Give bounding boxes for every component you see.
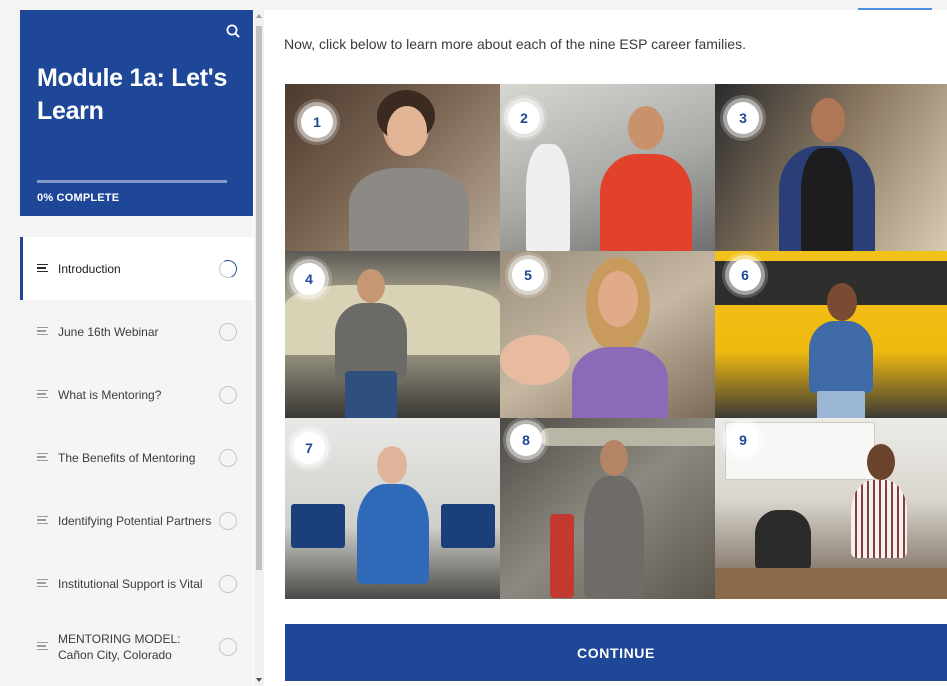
tile-number-badge: 4 bbox=[293, 263, 325, 295]
career-tile-4[interactable]: 4 bbox=[285, 251, 500, 418]
sidebar-scrollbar[interactable] bbox=[254, 10, 264, 686]
continue-button[interactable]: CONTINUE bbox=[285, 624, 947, 681]
circle-progress-icon bbox=[219, 322, 237, 341]
photo-monitor-left bbox=[291, 504, 345, 548]
lesson-item-institutional-support[interactable]: Institutional Support is Vital bbox=[20, 552, 253, 615]
lesson-list: Introduction June 16th Webinar What is M… bbox=[20, 237, 253, 678]
tile-number-badge: 2 bbox=[508, 102, 540, 134]
career-tile-3[interactable]: 3 bbox=[715, 84, 947, 251]
photo-face bbox=[357, 269, 385, 303]
circle-progress-icon bbox=[219, 448, 237, 467]
module-title: Module 1a: Let's Learn bbox=[37, 64, 228, 125]
circle-progress-icon bbox=[219, 385, 237, 404]
tile-number-badge: 1 bbox=[301, 106, 333, 138]
lines-icon bbox=[37, 263, 48, 273]
lesson-content: Now, click below to learn more about eac… bbox=[264, 10, 947, 686]
photo-hand bbox=[500, 335, 570, 385]
photo-red-shirt bbox=[600, 154, 692, 251]
lines-icon bbox=[37, 452, 48, 462]
lines-icon bbox=[37, 578, 48, 588]
tile-number-badge: 3 bbox=[727, 102, 759, 134]
circle-progress-icon bbox=[219, 511, 237, 530]
photo-jeans bbox=[817, 391, 865, 418]
photo-monitor-right bbox=[441, 504, 495, 548]
progress-label: 0% COMPLETE bbox=[37, 192, 120, 204]
scroll-up-icon[interactable] bbox=[256, 14, 262, 18]
lines-icon bbox=[37, 326, 48, 336]
photo-chef-whites bbox=[526, 144, 570, 251]
lesson-item-june-16th-webinar[interactable]: June 16th Webinar bbox=[20, 300, 253, 363]
intro-text: Now, click below to learn more about eac… bbox=[284, 36, 746, 52]
lesson-label: Introduction bbox=[58, 261, 121, 276]
career-tile-5[interactable]: 5 bbox=[500, 251, 715, 418]
photo-pipe bbox=[540, 428, 715, 446]
search-icon[interactable] bbox=[224, 22, 242, 40]
tile-number-badge: 6 bbox=[729, 259, 761, 291]
lesson-item-benefits-of-mentoring[interactable]: The Benefits of Mentoring bbox=[20, 426, 253, 489]
tile-number-badge: 9 bbox=[727, 424, 759, 456]
photo-scrubs bbox=[572, 347, 668, 418]
circle-progress-icon bbox=[219, 637, 237, 656]
photo-striped-top bbox=[851, 480, 907, 558]
photo-blue-shirt bbox=[809, 321, 873, 393]
tile-number-badge: 5 bbox=[512, 259, 544, 291]
sidebar-header: Module 1a: Let's Learn 0% COMPLETE bbox=[20, 10, 253, 216]
photo-face bbox=[600, 440, 628, 476]
career-families-grid: 1 2 3 4 5 6 7 8 9 bbox=[285, 84, 947, 599]
lesson-item-identifying-potential-partners[interactable]: Identifying Potential Partners bbox=[20, 489, 253, 552]
photo-work-shirt bbox=[335, 303, 407, 379]
progress-bar bbox=[37, 180, 227, 183]
lines-icon bbox=[37, 389, 48, 399]
career-tile-8[interactable]: 8 bbox=[500, 418, 715, 599]
photo-vest-front bbox=[801, 148, 853, 251]
photo-face bbox=[811, 98, 845, 142]
lesson-label: MENTORING MODEL: Cañon City, Colorado bbox=[58, 631, 181, 662]
career-tile-1[interactable]: 1 bbox=[285, 84, 500, 251]
lesson-label: Institutional Support is Vital bbox=[58, 576, 203, 591]
lesson-label: What is Mentoring? bbox=[58, 387, 162, 402]
photo-jeans bbox=[345, 371, 397, 418]
photo-red-pipe bbox=[550, 514, 574, 598]
photo-face bbox=[387, 106, 427, 156]
lesson-item-introduction[interactable]: Introduction bbox=[20, 237, 253, 300]
photo-face bbox=[377, 446, 407, 484]
photo-face bbox=[628, 106, 664, 150]
photo-blue-cardigan bbox=[357, 484, 429, 584]
photo-desk bbox=[715, 568, 947, 599]
lesson-label: June 16th Webinar bbox=[58, 324, 159, 339]
photo-gray-shirt bbox=[584, 476, 644, 598]
lines-icon bbox=[37, 515, 48, 525]
course-sidebar: Module 1a: Let's Learn 0% COMPLETE Intro… bbox=[20, 10, 253, 686]
photo-face bbox=[598, 271, 638, 327]
photo-face bbox=[827, 283, 857, 321]
photo-face bbox=[867, 444, 895, 480]
lesson-item-mentoring-model[interactable]: MENTORING MODEL: Cañon City, Colorado bbox=[20, 615, 253, 678]
career-tile-7[interactable]: 7 bbox=[285, 418, 500, 599]
photo-sweater bbox=[349, 168, 469, 251]
career-tile-6[interactable]: 6 bbox=[715, 251, 947, 418]
photo-student bbox=[755, 510, 811, 570]
left-gutter bbox=[0, 10, 20, 686]
lesson-item-what-is-mentoring[interactable]: What is Mentoring? bbox=[20, 363, 253, 426]
circle-progress-icon bbox=[216, 256, 240, 281]
scroll-down-icon[interactable] bbox=[256, 678, 262, 682]
tile-number-badge: 7 bbox=[293, 432, 325, 464]
lesson-label: The Benefits of Mentoring bbox=[58, 450, 196, 465]
circle-progress-icon bbox=[219, 574, 237, 593]
lines-icon bbox=[37, 641, 48, 651]
career-tile-2[interactable]: 2 bbox=[500, 84, 715, 251]
tile-number-badge: 8 bbox=[510, 424, 542, 456]
lesson-label: Identifying Potential Partners bbox=[58, 513, 212, 528]
top-strip bbox=[0, 0, 947, 10]
scrollbar-thumb[interactable] bbox=[256, 26, 262, 570]
career-tile-9[interactable]: 9 bbox=[715, 418, 947, 599]
